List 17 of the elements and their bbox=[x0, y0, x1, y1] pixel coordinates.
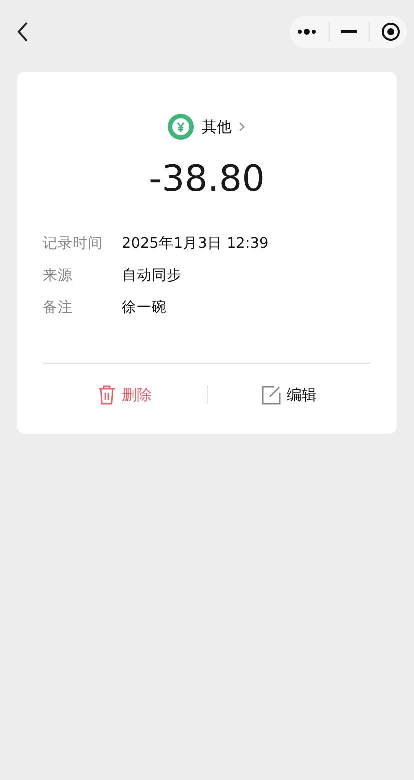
chevron-icon bbox=[238, 121, 246, 133]
edit-icon bbox=[262, 386, 281, 404]
close-icon[interactable] bbox=[381, 22, 402, 42]
more-icon[interactable] bbox=[296, 28, 318, 36]
detail-label: 来源 bbox=[43, 266, 74, 284]
back-icon[interactable] bbox=[16, 21, 30, 43]
detail-value: 徐一碗 bbox=[122, 298, 167, 316]
amount: -38.80 bbox=[148, 158, 266, 202]
detail-label: 记录时间 bbox=[43, 234, 104, 252]
detail-value: 自动同步 bbox=[122, 266, 182, 284]
edit-link[interactable]: 编辑 bbox=[286, 386, 317, 404]
yen-icon bbox=[168, 114, 194, 140]
detail-value: 2025年1月3日 12:39 bbox=[122, 234, 269, 252]
trash-icon bbox=[98, 385, 116, 405]
minimize-icon[interactable] bbox=[341, 30, 358, 34]
category-link[interactable]: 其他 bbox=[43, 114, 371, 140]
detail-label: 备注 bbox=[43, 298, 74, 316]
